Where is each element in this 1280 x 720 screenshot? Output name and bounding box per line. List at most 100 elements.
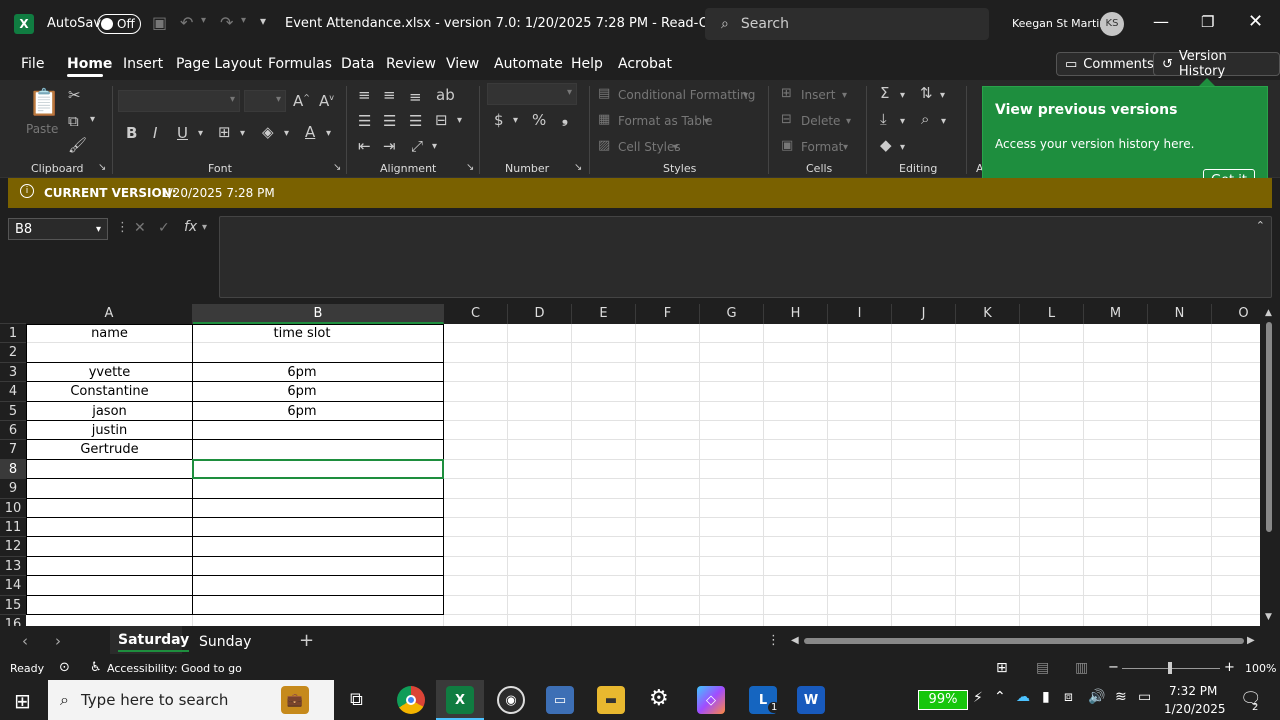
font-color-dropdown-icon[interactable]: ▾ bbox=[326, 128, 331, 139]
tab-automate[interactable]: Automate bbox=[494, 56, 563, 72]
tab-insert[interactable]: Insert bbox=[123, 56, 163, 72]
avatar[interactable]: KS bbox=[1100, 12, 1124, 36]
column-header-l[interactable]: L bbox=[1020, 304, 1084, 324]
formula-input[interactable]: ⌃ bbox=[219, 216, 1272, 298]
column-header-i[interactable]: I bbox=[828, 304, 892, 324]
column-header-c[interactable]: C bbox=[444, 304, 508, 324]
cell-a7[interactable]: Gertrude bbox=[26, 440, 193, 459]
vertical-scrollbar-track[interactable]: ▲ ▼ bbox=[1260, 304, 1280, 626]
row-header-13[interactable]: 13 bbox=[0, 556, 26, 577]
word-icon[interactable]: W bbox=[797, 686, 825, 714]
copy-dropdown-icon[interactable]: ▾ bbox=[90, 114, 95, 125]
redo-dropdown-icon[interactable]: ▾ bbox=[241, 15, 246, 26]
fill-icon[interactable]: ⤓ bbox=[880, 110, 887, 128]
format-as-table-icon[interactable]: ▦ bbox=[598, 112, 610, 127]
wrap-text-icon[interactable]: ab bbox=[436, 86, 455, 104]
tab-data[interactable]: Data bbox=[341, 56, 374, 72]
fill-dropdown-icon[interactable]: ▾ bbox=[284, 128, 289, 139]
excel-taskbar-icon[interactable]: X bbox=[446, 686, 474, 714]
align-right-icon[interactable]: ☰ bbox=[409, 112, 422, 130]
add-sheet-icon[interactable]: + bbox=[299, 630, 314, 651]
decrease-indent-icon[interactable]: ⇤ bbox=[358, 137, 371, 155]
user-name[interactable]: Keegan St Martin bbox=[1012, 17, 1106, 30]
windows-start-icon[interactable]: ⊞ bbox=[14, 689, 31, 713]
orientation-icon[interactable]: ⤢ bbox=[411, 137, 423, 155]
cell-a6[interactable]: justin bbox=[26, 421, 193, 440]
format-painter-icon[interactable]: 🖌 bbox=[68, 136, 87, 154]
insert-cells-icon[interactable]: ⊞ bbox=[781, 86, 792, 101]
comments-button[interactable]: ▭ Comments bbox=[1056, 52, 1163, 76]
row-header-16[interactable]: 16 bbox=[0, 615, 26, 626]
cell-a4[interactable]: Constantine bbox=[26, 382, 193, 401]
macro-record-icon[interactable]: ⊙ bbox=[59, 660, 70, 675]
number-launcher-icon[interactable]: ↘ bbox=[574, 162, 582, 173]
save-icon[interactable]: ▣ bbox=[152, 13, 167, 32]
merge-dropdown-icon[interactable]: ▾ bbox=[457, 115, 462, 126]
remote-desktop-icon[interactable]: ▭ bbox=[546, 686, 574, 714]
scroll-up-icon[interactable]: ▲ bbox=[1265, 308, 1272, 318]
row-header-11[interactable]: 11 bbox=[0, 518, 26, 538]
search-box[interactable]: ⌕ Search bbox=[705, 8, 989, 40]
page-break-view-icon[interactable]: ▥ bbox=[1075, 660, 1088, 676]
fx-dropdown-icon[interactable]: ▾ bbox=[202, 222, 207, 233]
tab-acrobat[interactable]: Acrobat bbox=[618, 56, 672, 72]
tab-review[interactable]: Review bbox=[386, 56, 436, 72]
merge-center-icon[interactable]: ⊟ bbox=[435, 111, 448, 129]
row-header-2[interactable]: 2 bbox=[0, 343, 26, 363]
sheet-tab-sunday[interactable]: Sunday bbox=[199, 634, 251, 650]
fill-dropdown-icon[interactable]: ▾ bbox=[900, 116, 905, 127]
sort-filter-icon[interactable]: ⇅ bbox=[920, 84, 933, 102]
sheet-tab-saturday[interactable]: Saturday bbox=[118, 632, 190, 652]
alignment-launcher-icon[interactable]: ↘ bbox=[466, 162, 474, 173]
close-icon[interactable]: ✕ bbox=[1248, 11, 1263, 32]
find-select-dropdown-icon[interactable]: ▾ bbox=[941, 116, 946, 127]
accessibility-status[interactable]: Accessibility: Good to go bbox=[107, 662, 242, 675]
customize-toolbar-icon[interactable]: ▾ bbox=[260, 14, 266, 28]
row-header-9[interactable]: 9 bbox=[0, 479, 26, 499]
fill-color-icon[interactable]: ◈ bbox=[262, 123, 274, 141]
restore-icon[interactable]: ❐ bbox=[1201, 13, 1214, 31]
clipboard-launcher-icon[interactable]: ↘ bbox=[98, 162, 106, 173]
currency-icon[interactable]: $ bbox=[494, 111, 504, 129]
cell-b1[interactable]: time slot bbox=[193, 324, 411, 343]
align-center-icon[interactable]: ☰ bbox=[383, 112, 396, 130]
delete-cells-icon[interactable]: ⊟ bbox=[781, 112, 792, 127]
bold-icon[interactable]: B bbox=[126, 124, 137, 142]
clock-date[interactable]: 1/20/2025 bbox=[1164, 702, 1226, 716]
row-header-7[interactable]: 7 bbox=[0, 440, 26, 460]
power-plug-icon[interactable]: ⚡ bbox=[973, 690, 983, 706]
column-header-a[interactable]: A bbox=[26, 304, 193, 324]
column-header-j[interactable]: J bbox=[892, 304, 956, 324]
paste-label[interactable]: Paste bbox=[26, 122, 58, 136]
cell-a3[interactable]: yvette bbox=[26, 363, 193, 382]
spreadsheet-grid[interactable]: A B C D E F G H I J K L M N O 1 2 3 4 5 6 7 8 9 10 11 12 13 14 15 16 na… bbox=[0, 304, 1280, 626]
name-box[interactable]: B8 ▾ bbox=[8, 218, 108, 240]
settings-icon[interactable]: ⚙ bbox=[649, 686, 669, 711]
copy-icon[interactable]: ⧉ bbox=[68, 112, 79, 130]
scroll-left-icon[interactable]: ◀ bbox=[791, 635, 799, 646]
underline-icon[interactable]: U bbox=[177, 124, 188, 142]
normal-view-icon[interactable]: ⊞ bbox=[996, 660, 1008, 676]
insert-cells-label[interactable]: Insert bbox=[801, 88, 835, 102]
scroll-right-icon[interactable]: ▶ bbox=[1247, 635, 1255, 646]
row-header-5[interactable]: 5 bbox=[0, 401, 26, 421]
number-format-combo[interactable]: ▾ bbox=[487, 83, 577, 105]
borders-dropdown-icon[interactable]: ▾ bbox=[240, 128, 245, 139]
find-select-icon[interactable]: ⌕ bbox=[921, 110, 929, 128]
battery-icon[interactable]: ▭ bbox=[1138, 689, 1151, 705]
version-history-button[interactable]: ↺ Version History bbox=[1153, 49, 1280, 79]
row-header-15[interactable]: 15 bbox=[0, 595, 26, 615]
accessibility-icon[interactable]: ♿ bbox=[90, 660, 102, 675]
decrease-font-icon[interactable]: Av bbox=[319, 92, 334, 110]
format-cells-icon[interactable]: ▣ bbox=[781, 138, 793, 153]
clock-time[interactable]: 7:32 PM bbox=[1169, 684, 1217, 698]
align-left-icon[interactable]: ☰ bbox=[358, 112, 371, 130]
more-icon[interactable]: ⋮ bbox=[116, 220, 129, 235]
format-as-table-dropdown-icon[interactable]: ▾ bbox=[704, 116, 709, 127]
clear-icon[interactable]: ◆ bbox=[880, 136, 892, 154]
paste-icon[interactable]: 📋 bbox=[28, 88, 60, 118]
row-header-12[interactable]: 12 bbox=[0, 537, 26, 557]
show-hidden-icons-icon[interactable]: ⌃ bbox=[994, 689, 1006, 705]
font-color-icon[interactable]: A bbox=[305, 123, 315, 141]
increase-font-icon[interactable]: A^ bbox=[293, 92, 310, 110]
